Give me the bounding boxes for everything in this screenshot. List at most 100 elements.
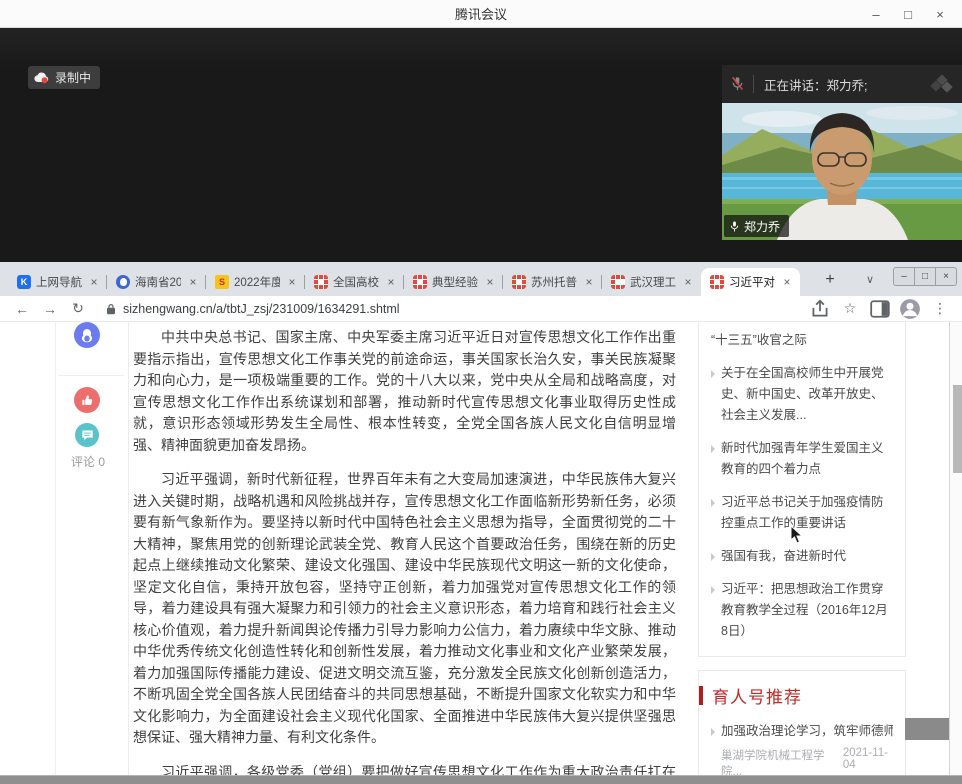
scrollbar-thumb[interactable]: [953, 385, 962, 473]
s-favicon-icon: S: [215, 275, 229, 289]
tab-close-icon[interactable]: ×: [780, 275, 794, 289]
share-icon[interactable]: [808, 298, 832, 320]
tab-xi-jinping-article[interactable]: 习近平对宣传 ×: [701, 268, 800, 296]
tab-close-icon[interactable]: ×: [285, 275, 299, 289]
maximize-button[interactable]: □: [892, 0, 924, 28]
red-grid-favicon-icon: [314, 275, 328, 289]
tab-close-icon[interactable]: ×: [87, 275, 101, 289]
red-grid-favicon-icon: [512, 275, 526, 289]
cloud-record-icon: [34, 72, 50, 84]
triangle-bullet-icon: [711, 728, 715, 736]
tab-national-sixiang[interactable]: 全国高校思想 ×: [305, 268, 404, 296]
participant-video[interactable]: 郑力乔: [722, 103, 962, 240]
article-paragraph: 习近平强调，各级党委（党组）要把做好宣传思想文化工作作为重大政治责任扛在肩上，确…: [133, 762, 676, 776]
red-grid-favicon-icon: [611, 275, 625, 289]
divider: [753, 75, 754, 93]
divider: [58, 375, 124, 376]
recommend-title: 育人号推荐: [712, 683, 802, 708]
lock-icon: [106, 303, 116, 315]
article-paragraph: 习近平强调，新时代新征程，世界百年未有之大变局加速演进，中华民族伟大复兴进入关键…: [133, 469, 676, 749]
bookmark-star-icon[interactable]: ☆: [838, 298, 862, 320]
layout-grid-icon[interactable]: [928, 74, 954, 94]
divider: [128, 322, 129, 775]
triangle-bullet-icon: [711, 499, 715, 507]
related-link[interactable]: “十三五”收官之际: [711, 330, 893, 351]
thumbs-up-icon: [81, 394, 94, 407]
k-site-favicon-icon: K: [17, 275, 31, 289]
reload-icon[interactable]: ↻: [66, 298, 90, 320]
participant-nametag: 郑力乔: [724, 215, 789, 237]
shared-browser: K 上网导航-安全 × 海南省2022年 × S 2022年度高校 × 全国高校…: [0, 262, 962, 775]
address-input[interactable]: sizhengwang.cn/a/tbtJ_zsj/231009/1634291…: [94, 302, 804, 316]
related-link[interactable]: 强国有我，奋进新时代: [711, 546, 893, 567]
side-panel-icon[interactable]: [868, 298, 892, 320]
tab-2022-colleges[interactable]: S 2022年度高校 ×: [206, 268, 305, 296]
related-link[interactable]: 关于在全国高校师生中开展党史、新中国史、改革开放史、社会主义发展...: [711, 363, 893, 426]
tab-hainan-2022[interactable]: 海南省2022年 ×: [107, 268, 206, 296]
url-text: sizhengwang.cn/a/tbtJ_zsj/231009/1634291…: [123, 302, 400, 316]
tab-typical-experience[interactable]: 典型经验 - 全 ×: [404, 268, 503, 296]
meeting-titlebar: 腾讯会议 – □ ×: [0, 0, 962, 28]
page-close-icon[interactable]: ×: [935, 268, 956, 285]
qq-share-button[interactable]: [74, 322, 100, 348]
red-accent-bar: [699, 686, 703, 705]
meeting-body: 录制中 正在讲话：郑力乔;: [0, 28, 962, 262]
back-to-top-placeholder[interactable]: [905, 718, 950, 740]
qq-penguin-icon: [80, 328, 94, 343]
right-sidebar: “十三五”收官之际 关于在全国高校师生中开展党史、新中国史、改革开放史、社会主义…: [698, 322, 906, 775]
profile-avatar-icon[interactable]: [898, 298, 922, 320]
triangle-bullet-icon: [711, 586, 715, 594]
tab-close-icon[interactable]: ×: [582, 275, 596, 289]
mic-on-icon: [729, 220, 740, 233]
article-paragraph: 中共中央总书记、国家主席、中央军委主席习近平近日对宣传思想文化工作作出重要指示指…: [133, 327, 676, 456]
comment-button[interactable]: [75, 423, 99, 447]
page-minimize-icon[interactable]: –: [894, 268, 914, 285]
related-link[interactable]: 习近平：把思想政治工作贯穿教育教学全过程（2016年12月8日）: [711, 579, 893, 642]
tab-wuhan-tech[interactable]: 武汉理工大学 ×: [602, 268, 701, 296]
red-grid-favicon-icon: [710, 275, 724, 289]
triangle-bullet-icon: [711, 370, 715, 378]
taskbar-strip: [0, 775, 962, 784]
tab-close-icon[interactable]: ×: [186, 275, 200, 289]
close-button[interactable]: ×: [924, 0, 956, 28]
recommend-date: 2021-11-04: [843, 747, 893, 775]
participant-name: 郑力乔: [744, 218, 780, 235]
recommend-box: 育人号推荐 加强政治理论学习，筑牢师德师风底线 巢湖学院机械工程学院...202…: [698, 670, 906, 775]
comment-bubble-icon: [81, 429, 94, 441]
forward-icon[interactable]: →: [38, 298, 62, 320]
recording-label: 录制中: [55, 69, 91, 86]
browser-menu-icon[interactable]: ⋮: [928, 298, 952, 320]
divider: [55, 322, 56, 775]
comment-count-label: 评论 0: [58, 453, 118, 470]
speaking-indicator-bar: 正在讲话：郑力乔;: [722, 65, 962, 103]
tab-close-icon[interactable]: ×: [483, 275, 497, 289]
tab-strip: K 上网导航-安全 × 海南省2022年 × S 2022年度高校 × 全国高校…: [0, 262, 962, 296]
paw-favicon-icon: [116, 275, 130, 289]
tab-search-chevron-icon[interactable]: ∨: [858, 270, 882, 290]
minimize-button[interactable]: –: [860, 0, 892, 28]
tab-close-icon[interactable]: ×: [384, 275, 398, 289]
recommend-link[interactable]: 加强政治理论学习，筑牢师德师风底线 巢湖学院机械工程学院...2021-11-0…: [711, 721, 893, 775]
webpage-content: 评论 0 中共中央总书记、国家主席、中央军委主席习近平近日对宣传思想文化工作作出…: [0, 322, 962, 775]
article-body: 中共中央总书记、国家主席、中央军委主席习近平近日对宣传思想文化工作作出重要指示指…: [133, 327, 676, 775]
page-scrollbar[interactable]: [949, 322, 962, 775]
like-button[interactable]: [74, 387, 100, 413]
related-link[interactable]: 新时代加强青年学生爱国主义教育的四个着力点: [711, 438, 893, 480]
meeting-window: 腾讯会议 – □ × 录制中 正在讲话：郑力: [0, 0, 962, 784]
meeting-title: 腾讯会议: [455, 4, 507, 23]
related-articles-box: “十三五”收官之际 关于在全国高校师生中开展党史、新中国史、改革开放史、社会主义…: [698, 322, 906, 657]
mic-muted-icon: [730, 76, 745, 92]
recording-badge[interactable]: 录制中: [28, 66, 100, 89]
triangle-bullet-icon: [711, 553, 715, 561]
speaker-panel: 正在讲话：郑力乔;: [722, 65, 962, 240]
tab-close-icon[interactable]: ×: [681, 275, 695, 289]
tab-suzhou-top[interactable]: 苏州托普信息 ×: [503, 268, 602, 296]
mouse-cursor: [790, 525, 803, 544]
back-icon[interactable]: ←: [10, 298, 34, 320]
tab-navigation-site[interactable]: K 上网导航-安全 ×: [8, 268, 107, 296]
red-grid-favicon-icon: [413, 275, 427, 289]
page-restore-icon[interactable]: □: [914, 268, 935, 285]
triangle-bullet-icon: [711, 445, 715, 453]
page-window-controls[interactable]: – □ ×: [893, 267, 957, 286]
new-tab-button[interactable]: +: [818, 270, 842, 290]
